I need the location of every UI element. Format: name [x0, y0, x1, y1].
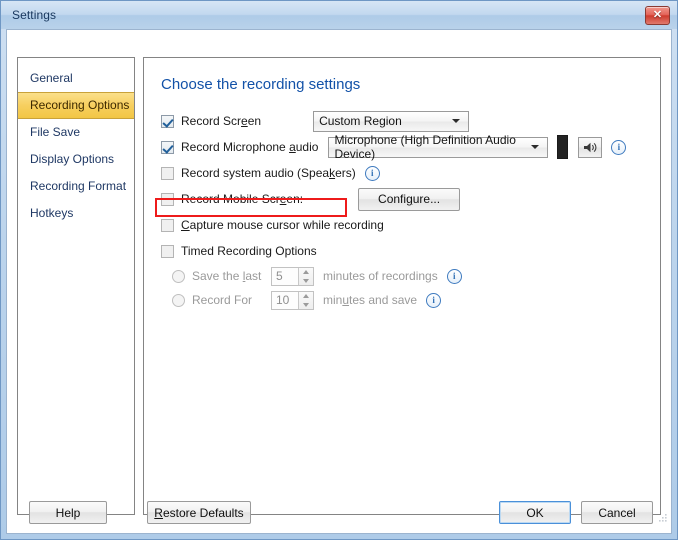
close-icon: ✕	[652, 9, 663, 21]
save-last-minutes-stepper[interactable]: 5	[271, 266, 314, 286]
chevron-up-icon[interactable]	[303, 293, 309, 298]
restore-defaults-button[interactable]: Restore Defaults	[147, 501, 251, 524]
ok-button[interactable]: OK	[499, 501, 571, 524]
window-title: Settings	[12, 8, 57, 22]
record-screen-checkbox[interactable]	[161, 114, 174, 128]
dialog-footer: Help Restore Defaults OK Cancel	[7, 501, 671, 525]
record-for-label: Record For	[192, 293, 253, 307]
microphone-device-value: Microphone (High Definition Audio Device…	[334, 133, 516, 161]
record-mobile-screen-row: Record Mobile Screen: Confi g ure...	[161, 186, 650, 212]
timed-recording-options-label: Timed Recording Options	[181, 244, 317, 258]
dialog-client-area: General Recording Options File Save Disp…	[6, 29, 672, 534]
save-last-suffix: minutes of recordings	[323, 269, 438, 283]
timed-recording-options-row: Timed Recording Options	[161, 238, 650, 264]
record-microphone-label: Record Microphone audio	[181, 140, 319, 154]
record-for-radio[interactable]	[172, 293, 185, 307]
save-last-minutes-row: Save the last 5 minutes of recordings i	[172, 264, 650, 288]
chevron-down-icon	[452, 119, 461, 123]
microphone-level-meter	[557, 135, 569, 159]
record-system-audio-row: Record system audio (Speakers) i	[161, 160, 650, 186]
cancel-button[interactable]: Cancel	[581, 501, 653, 524]
record-mobile-screen-checkbox[interactable]	[161, 192, 174, 206]
sidebar-item-display-options[interactable]: Display Options	[18, 146, 134, 173]
record-for-spin-buttons[interactable]	[298, 291, 313, 309]
recording-options-panel: Choose the recording settings Record Scr…	[143, 57, 661, 515]
options-list: Record Screen Custom Region Record Micro…	[161, 108, 650, 312]
save-last-spin-buttons[interactable]	[298, 267, 313, 285]
speaker-icon	[583, 142, 597, 152]
record-microphone-checkbox[interactable]	[161, 140, 174, 154]
record-for-minutes-stepper[interactable]: 10	[271, 290, 314, 310]
record-screen-mode-value: Custom Region	[319, 114, 402, 128]
record-screen-row: Record Screen Custom Region	[161, 108, 650, 134]
title-bar: Settings ✕	[1, 1, 677, 29]
sidebar-item-recording-format[interactable]: Recording Format	[18, 173, 134, 200]
sidebar-item-recording-options[interactable]: Recording Options	[18, 92, 134, 119]
microphone-device-select[interactable]: Microphone (High Definition Audio Device…	[328, 133, 549, 161]
settings-window: Settings ✕ General Recording Options Fil…	[0, 0, 678, 540]
sidebar-item-file-save[interactable]: File Save	[18, 119, 134, 146]
close-button[interactable]: ✕	[645, 6, 670, 25]
record-for-suffix: minutes and save	[323, 293, 418, 307]
save-last-info-icon[interactable]: i	[446, 268, 462, 284]
settings-category-list: General Recording Options File Save Disp…	[17, 57, 135, 515]
help-button[interactable]: Help	[29, 501, 107, 524]
record-system-audio-label: Record system audio (Speakers)	[181, 166, 356, 180]
capture-mouse-cursor-label: Capture mouse cursor while recording	[181, 218, 384, 232]
record-for-minutes-row: Record For 10 minutes and save i	[172, 288, 650, 312]
capture-mouse-cursor-checkbox[interactable]	[161, 218, 174, 232]
chevron-down-icon	[531, 145, 540, 149]
record-for-info-icon[interactable]: i	[426, 292, 442, 308]
chevron-up-icon[interactable]	[303, 269, 309, 274]
configure-mobile-button[interactable]: Confi g ure...	[358, 187, 461, 211]
page-title: Choose the recording settings	[161, 76, 361, 93]
save-last-label: Save the last	[192, 269, 262, 283]
record-screen-label: Record Screen	[181, 114, 262, 128]
record-for-minutes-value: 10	[276, 292, 290, 307]
chevron-down-icon[interactable]	[303, 278, 309, 283]
record-screen-mode-select[interactable]: Custom Region	[313, 110, 470, 132]
save-last-radio[interactable]	[172, 269, 185, 283]
record-system-audio-checkbox[interactable]	[161, 166, 174, 180]
record-microphone-row: Record Microphone audio Microphone (High…	[161, 133, 650, 161]
microphone-info-icon[interactable]: i	[611, 139, 627, 155]
timed-recording-options-checkbox[interactable]	[161, 244, 174, 258]
system-audio-info-icon[interactable]: i	[364, 165, 380, 181]
resize-grip-icon[interactable]	[658, 513, 668, 523]
microphone-volume-button[interactable]	[578, 136, 603, 158]
chevron-down-icon[interactable]	[303, 302, 309, 307]
sidebar-item-general[interactable]: General	[18, 65, 134, 92]
capture-mouse-cursor-row: Capture mouse cursor while recording	[161, 212, 650, 238]
save-last-minutes-value: 5	[276, 268, 283, 283]
record-mobile-screen-label: Record Mobile Screen:	[181, 192, 304, 206]
sidebar-item-hotkeys[interactable]: Hotkeys	[18, 200, 134, 227]
